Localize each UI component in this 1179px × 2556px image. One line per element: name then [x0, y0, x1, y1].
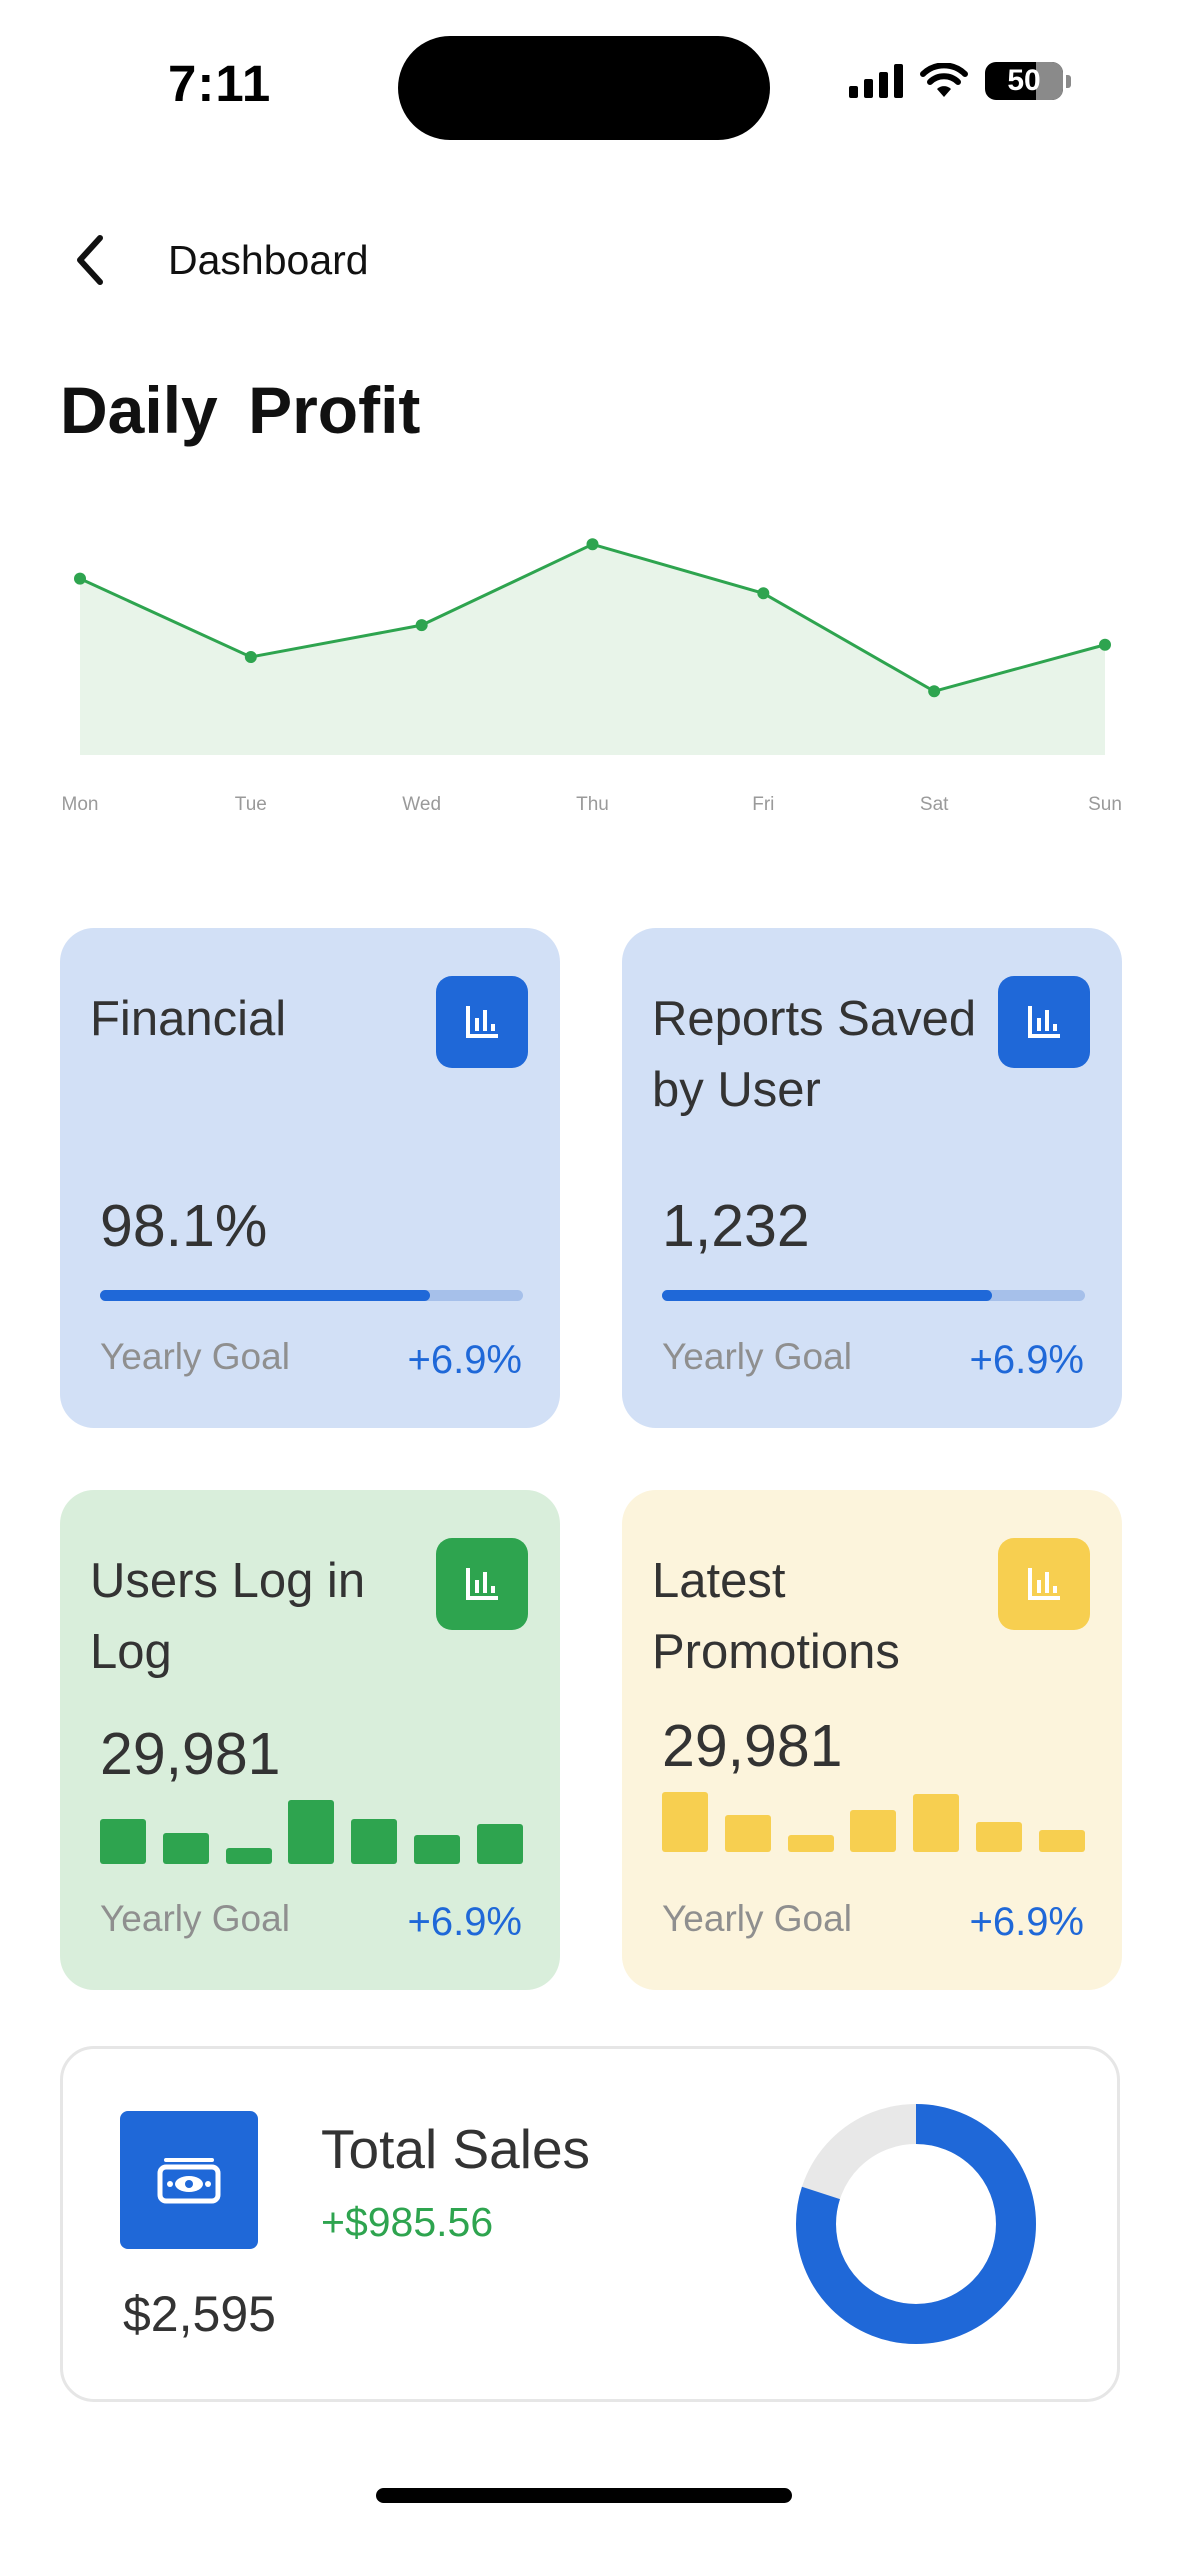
- chart-point: [757, 587, 770, 600]
- goal-label: Yearly Goal: [100, 1898, 290, 1939]
- battery-percent: 50: [1007, 64, 1041, 97]
- card-title: Reports Saved by User: [652, 992, 977, 1117]
- card-title: Latest Promotions: [652, 1554, 900, 1679]
- status-icons: 50: [849, 62, 1071, 100]
- nav-title: Dashboard: [168, 236, 369, 283]
- mini-bar: [850, 1810, 897, 1852]
- progress-fill: [100, 1290, 430, 1301]
- chart-point: [415, 619, 428, 632]
- mini-bar: [225, 1848, 272, 1864]
- mini-bar: [100, 1819, 146, 1864]
- card-value: 29,981: [100, 1721, 281, 1787]
- goal-label: Yearly Goal: [662, 1898, 852, 1939]
- progress-fill: [662, 1290, 992, 1301]
- mini-bar: [724, 1815, 771, 1852]
- mini-bar: [913, 1794, 960, 1852]
- total-sales-card[interactable]: $2,595 Total Sales +$985.56: [60, 2046, 1120, 2402]
- card-title: Users Log in Log: [90, 1554, 366, 1679]
- mini-bar: [162, 1833, 209, 1864]
- card-title: Financial: [90, 992, 287, 1046]
- progress-bar: [100, 1290, 523, 1301]
- status-bar: 7:11 50: [0, 0, 1179, 150]
- daily-profit-chart: Mon Tue Wed Thu Fri Sat Sun: [60, 500, 1122, 820]
- wifi-icon: [920, 63, 968, 97]
- mini-bar: [662, 1792, 708, 1852]
- card-value: 1,232: [662, 1193, 810, 1259]
- chart-point: [1099, 638, 1111, 651]
- users-log-card[interactable]: Users Log in Log 29,981 Yearly Goal +6.9…: [60, 1490, 560, 1990]
- sales-change: +$985.56: [321, 2199, 494, 2245]
- bar-chart-icon[interactable]: [436, 1538, 528, 1630]
- chart-point: [74, 572, 86, 585]
- dynamic-island: [398, 36, 770, 140]
- x-tick-label: Fri: [752, 794, 774, 815]
- progress-bar: [662, 1290, 1085, 1301]
- battery-icon: 50: [985, 62, 1063, 100]
- x-tick-label: Thu: [576, 794, 609, 815]
- page-title: Daily Profit: [60, 373, 421, 447]
- mini-bar: [1038, 1830, 1085, 1852]
- x-tick-label: Sun: [1088, 794, 1122, 815]
- goal-change: +6.9%: [407, 1338, 522, 1382]
- daily-profit-chart-svg: Mon Tue Wed Thu Fri Sat Sun: [62, 538, 1122, 815]
- home-indicator[interactable]: [376, 2488, 792, 2503]
- x-tick-label: Wed: [402, 794, 441, 815]
- mini-bar: [476, 1824, 523, 1864]
- back-button[interactable]: [60, 225, 120, 295]
- battery-tip: [1066, 74, 1071, 88]
- money-bill-icon: [120, 2111, 258, 2249]
- chevron-left-icon: [77, 235, 103, 285]
- reports-saved-card[interactable]: Reports Saved by User 1,232 Yearly Goal …: [622, 928, 1122, 1428]
- mini-bar: [976, 1822, 1023, 1852]
- status-time: 7:11: [168, 55, 272, 112]
- chart-point: [244, 651, 257, 663]
- chart-point: [928, 685, 941, 698]
- goal-label: Yearly Goal: [662, 1336, 852, 1377]
- mini-bar: [787, 1835, 834, 1852]
- card-value: 98.1%: [100, 1193, 268, 1259]
- x-tick-label: Sat: [920, 794, 949, 815]
- nav-bar: Dashboard: [60, 225, 369, 295]
- x-tick-label: Tue: [235, 794, 267, 815]
- sales-donut-chart: [796, 2104, 1036, 2344]
- latest-promotions-card[interactable]: Latest Promotions 29,981 Yearly Goal +6.…: [622, 1490, 1122, 1990]
- mini-bar-chart: [662, 1792, 1085, 1852]
- bar-chart-icon[interactable]: [436, 976, 528, 1068]
- x-tick-label: Mon: [62, 794, 99, 815]
- mini-bar: [414, 1835, 461, 1864]
- mini-bar: [351, 1819, 398, 1864]
- bar-chart-icon[interactable]: [998, 976, 1090, 1068]
- goal-change: +6.9%: [969, 1900, 1084, 1944]
- goal-change: +6.9%: [969, 1338, 1084, 1382]
- goal-change: +6.9%: [407, 1900, 522, 1944]
- mini-bar: [288, 1800, 335, 1864]
- goal-label: Yearly Goal: [100, 1336, 290, 1377]
- cellular-signal-icon: [849, 64, 903, 98]
- card-value: 29,981: [662, 1713, 843, 1779]
- bar-chart-icon[interactable]: [998, 1538, 1090, 1630]
- sales-amount: $2,595: [123, 2286, 276, 2342]
- chart-point: [586, 538, 599, 551]
- sales-title: Total Sales: [321, 2118, 591, 2180]
- financial-card[interactable]: Financial 98.1% Yearly Goal +6.9%: [60, 928, 560, 1428]
- mini-bar-chart: [100, 1800, 523, 1864]
